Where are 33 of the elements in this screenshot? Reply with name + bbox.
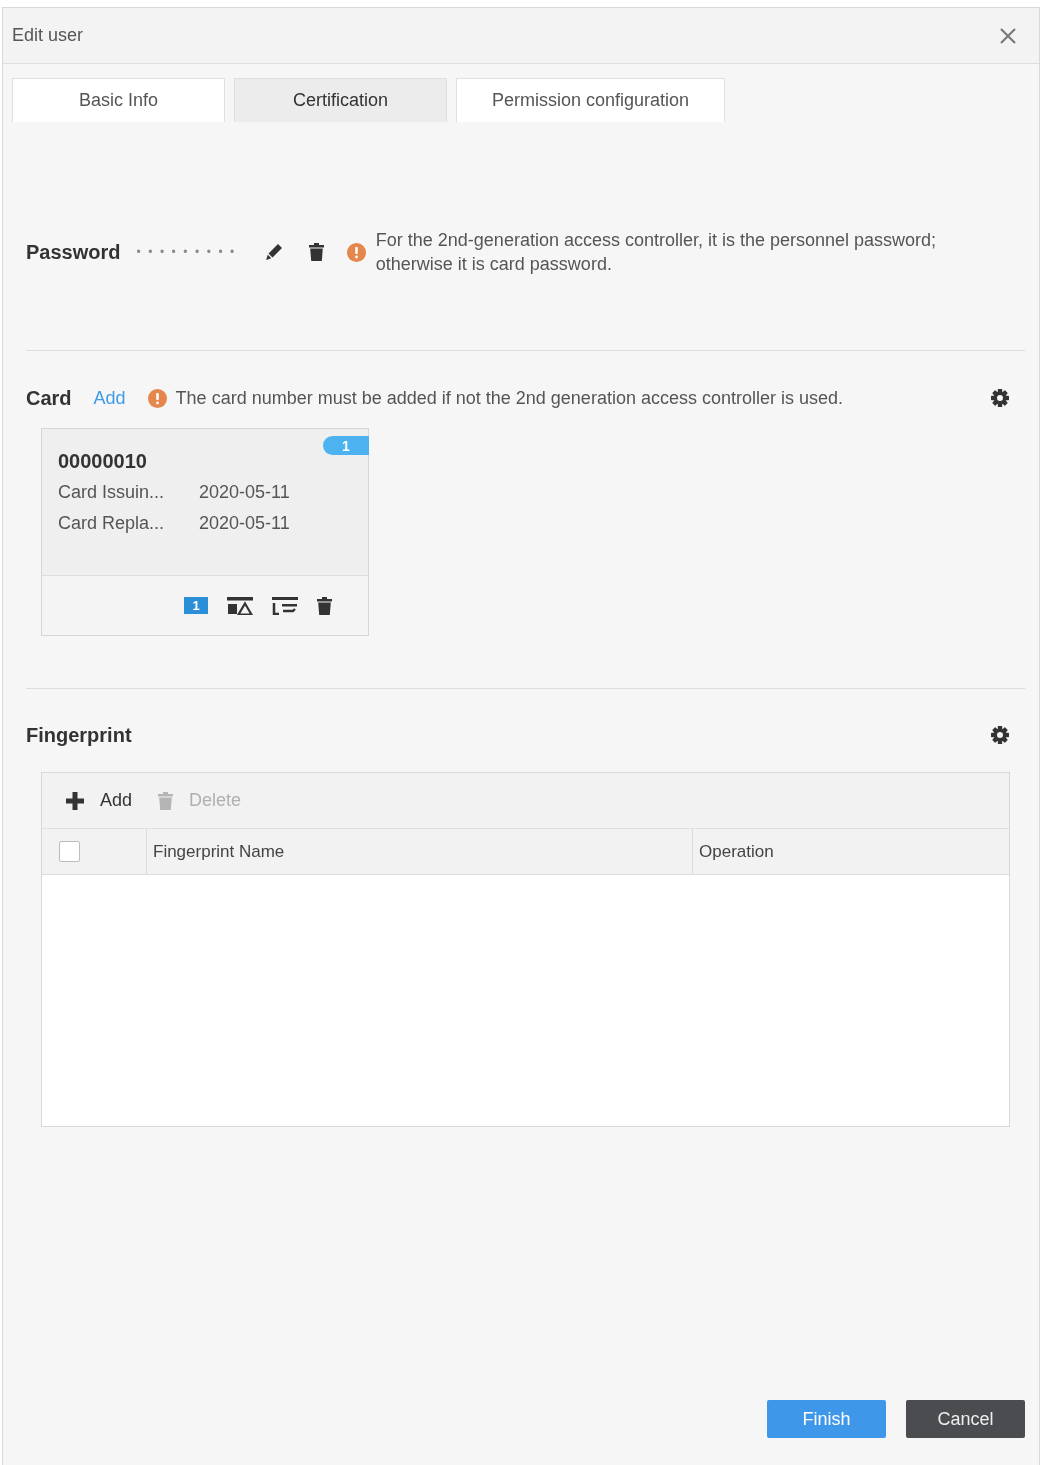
hint-text: For the 2nd-generation access controller, it is the personnel password; otherwise it is card password. xyxy=(375,229,938,276)
tab[interactable]: Certification xyxy=(234,78,447,122)
plus-icon xyxy=(66,791,84,810)
count-badge: 1 xyxy=(323,436,369,455)
settings-icon[interactable] xyxy=(991,726,1009,744)
toolbar-button[interactable]: Add xyxy=(66,790,133,811)
field-value: 2020-05-11 xyxy=(199,481,291,504)
card-list-icon[interactable] xyxy=(272,596,298,615)
column-header: Fingerprint Name xyxy=(146,829,692,874)
dialog-title: Edit user xyxy=(12,25,84,46)
warning-icon xyxy=(147,388,167,408)
hint-text: The card number must be added if not the 2nd generation access controller is used. xyxy=(175,387,843,410)
warning-icon xyxy=(346,242,366,262)
card-warning-icon[interactable] xyxy=(227,596,253,615)
close-button[interactable] xyxy=(999,26,1017,45)
dialog-button[interactable]: Cancel xyxy=(906,1400,1025,1438)
tab[interactable]: Basic Info xyxy=(12,78,225,122)
field-label: Card Issuin... xyxy=(58,481,166,504)
section-title: Card xyxy=(26,386,72,410)
settings-icon[interactable] xyxy=(991,389,1009,407)
password-value: ••••••••• xyxy=(136,245,242,259)
column-header: Operation xyxy=(692,829,1009,874)
trash-icon[interactable] xyxy=(317,596,332,615)
field-value: 2020-05-11 xyxy=(199,512,291,535)
field-label: Card Repla... xyxy=(58,512,166,535)
pencil-icon[interactable] xyxy=(265,244,282,260)
card-number: 00000010 xyxy=(58,449,148,473)
trash-icon[interactable] xyxy=(308,243,324,261)
tab[interactable]: Permission configuration xyxy=(456,78,726,122)
section-title: Password xyxy=(26,240,121,264)
section-title: Fingerprint xyxy=(26,723,132,747)
select-all-checkbox[interactable] xyxy=(59,841,80,862)
trash-icon xyxy=(158,791,174,810)
